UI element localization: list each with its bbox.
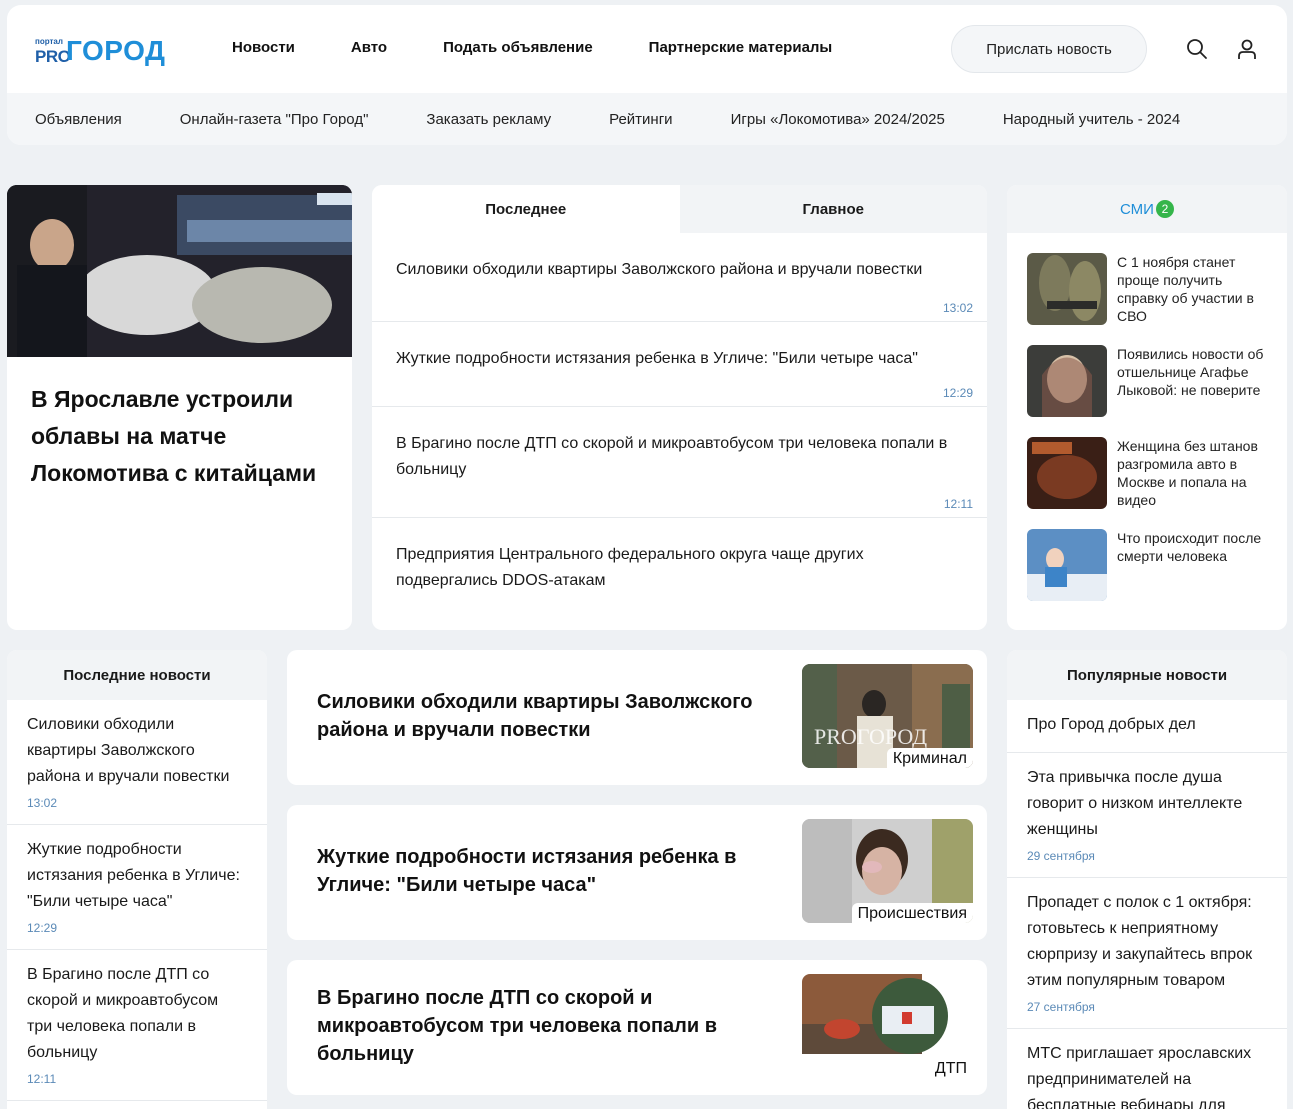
news-card-tag[interactable]: Криминал <box>886 748 973 768</box>
nav-news[interactable]: Новости <box>232 39 295 56</box>
subnav-newspaper[interactable]: Онлайн-газета "Про Город" <box>180 111 369 128</box>
tab-news-item[interactable]: В Брагино после ДТП со скорой и микроавт… <box>372 407 987 518</box>
nav-auto[interactable]: Авто <box>351 39 387 56</box>
latest-news-header: Последние новости <box>7 650 267 700</box>
popular-news-item[interactable]: МТС приглашает ярославских предпринимате… <box>1007 1029 1287 1109</box>
popular-news-date: 29 сентября <box>1027 849 1095 863</box>
latest-news-item[interactable]: Жуткие подробности истязания ребенка в У… <box>7 825 267 950</box>
news-card-tag[interactable]: ДТП <box>928 1058 973 1078</box>
tab-news-item[interactable]: Предприятия Центрального федерального ок… <box>372 518 987 630</box>
news-card[interactable]: Силовики обходили квартиры Заволжского р… <box>287 650 987 785</box>
popular-news-item[interactable]: Пропадет с полок с 1 октября: готовьтесь… <box>1007 878 1287 1029</box>
popular-news-title: Про Город добрых дел <box>1027 716 1196 733</box>
tab-news-title: Жуткие подробности истязания ребенка в У… <box>396 350 918 367</box>
popular-news-title: МТС приглашает ярославских предпринимате… <box>1027 1045 1252 1109</box>
main-nav: Новости Авто Подать объявление Партнерск… <box>232 39 888 56</box>
latest-news-title: В Брагино после ДТП со скорой и микроавт… <box>27 966 219 1061</box>
popular-news-date: 27 сентября <box>1027 1000 1095 1014</box>
smi-item[interactable]: Появились новости об отшельнице Агафье Л… <box>1027 345 1269 417</box>
smi-header[interactable]: СМИ 2 <box>1007 185 1287 233</box>
subnav-teacher[interactable]: Народный учитель - 2024 <box>1003 111 1180 128</box>
tab-main[interactable]: Главное <box>679 185 987 233</box>
hero-card[interactable]: В Ярославле устроили облавы на матче Лок… <box>7 185 352 630</box>
tab-news-title: Предприятия Центрального федерального ок… <box>396 546 864 589</box>
latest-news-time: 12:29 <box>27 921 58 935</box>
news-card-tag[interactable]: Происшествия <box>851 903 973 923</box>
tab-news-item[interactable]: Жуткие подробности истязания ребенка в У… <box>372 322 987 407</box>
news-tabs-card: Последнее Главное Силовики обходили квар… <box>372 185 987 630</box>
smi-card: СМИ 2 С 1 ноября станет проще получить с… <box>1007 185 1287 630</box>
smi-item[interactable]: С 1 ноября станет проще получить справку… <box>1027 253 1269 325</box>
nav-partner[interactable]: Партнерские материалы <box>649 39 833 56</box>
tab-news-time: 13:02 <box>942 301 973 315</box>
hero-title[interactable]: В Ярославле устроили облавы на матче Лок… <box>7 357 352 516</box>
search-icon[interactable] <box>1185 37 1209 61</box>
smi-thumb-image <box>1027 253 1107 325</box>
tab-news-title: Силовики обходили квартиры Заволжского р… <box>396 261 923 278</box>
smi-item[interactable]: Женщина без штанов разгромила авто в Мос… <box>1027 437 1269 509</box>
smi-item-title: Появились новости об отшельнице Агафье Л… <box>1117 346 1264 398</box>
news-card-image: PROГОРОД Криминал <box>802 664 973 768</box>
latest-news-title: Силовики обходили квартиры Заволжского р… <box>27 716 230 785</box>
smi-label: СМИ <box>1120 200 1154 218</box>
news-card[interactable]: Жуткие подробности истязания ребенка в У… <box>287 805 987 940</box>
site-logo[interactable]: портал PRO ГОРОД <box>35 35 185 67</box>
popular-news-item[interactable]: Эта привычка после душа говорит о низком… <box>1007 753 1287 878</box>
nav-post-ad[interactable]: Подать объявление <box>443 39 593 56</box>
latest-news-time: 13:02 <box>27 796 58 810</box>
latest-news-card: Последние новости Силовики обходили квар… <box>7 650 267 1109</box>
logo-portal-text: портал <box>35 37 63 46</box>
tab-latest[interactable]: Последнее <box>372 185 680 233</box>
site-header: портал PRO ГОРОД Новости Авто Подать объ… <box>7 5 1287 145</box>
tab-news-time: 12:29 <box>942 386 973 400</box>
news-card-image: ДТП <box>802 974 973 1078</box>
svg-text:PROГОРОД: PROГОРОД <box>814 724 927 749</box>
news-card-title: В Брагино после ДТП со скорой и микроавт… <box>317 987 718 1065</box>
popular-news-card: Популярные новости Про Город добрых дел … <box>1007 650 1287 1109</box>
news-card[interactable]: В Брагино после ДТП со скорой и микроавт… <box>287 960 987 1095</box>
news-card-image: Происшествия <box>802 819 973 923</box>
smi-item[interactable]: Что происходит после смерти человека <box>1027 529 1269 601</box>
smi-thumb-image <box>1027 437 1107 509</box>
smi-item-title: Женщина без штанов разгромила авто в Мос… <box>1117 438 1258 508</box>
sub-nav: Объявления Онлайн-газета "Про Город" Зак… <box>7 93 1287 145</box>
subnav-ads[interactable]: Объявления <box>35 111 122 128</box>
smi-count-badge: 2 <box>1155 200 1174 218</box>
logo-gorod-text: ГОРОД <box>66 35 166 66</box>
tab-news-title: В Брагино после ДТП со скорой и микроавт… <box>396 435 948 478</box>
send-news-button[interactable]: Прислать новость <box>951 25 1147 73</box>
news-card-title: Силовики обходили квартиры Заволжского р… <box>317 691 753 741</box>
popular-news-header: Популярные новости <box>1007 650 1287 700</box>
latest-news-item[interactable]: В Брагино после ДТП со скорой и микроавт… <box>7 950 267 1101</box>
subnav-order-ad[interactable]: Заказать рекламу <box>426 111 551 128</box>
smi-thumb-image <box>1027 345 1107 417</box>
popular-news-title: Пропадет с полок с 1 октября: готовьтесь… <box>1027 894 1253 989</box>
tabs-bar: Последнее Главное <box>372 185 987 233</box>
subnav-ratings[interactable]: Рейтинги <box>609 111 672 128</box>
hero-image <box>7 185 352 357</box>
user-icon[interactable] <box>1235 37 1259 61</box>
popular-news-item[interactable]: Про Город добрых дел <box>1007 700 1287 753</box>
latest-news-time: 12:11 <box>27 1072 57 1086</box>
tab-news-item[interactable]: Силовики обходили квартиры Заволжского р… <box>372 233 987 322</box>
news-card-title: Жуткие подробности истязания ребенка в У… <box>317 846 737 896</box>
smi-thumb-image <box>1027 529 1107 601</box>
popular-news-title: Эта привычка после душа говорит о низком… <box>1027 769 1243 838</box>
smi-item-title: С 1 ноября станет проще получить справку… <box>1117 254 1254 324</box>
latest-news-item[interactable]: Силовики обходили квартиры Заволжского р… <box>7 700 267 825</box>
subnav-lokomotiv-games[interactable]: Игры «Локомотива» 2024/2025 <box>731 111 945 128</box>
smi-item-title: Что происходит после смерти человека <box>1117 530 1262 564</box>
latest-news-title: Жуткие подробности истязания ребенка в У… <box>27 841 240 910</box>
tab-news-time: 12:11 <box>943 497 973 511</box>
